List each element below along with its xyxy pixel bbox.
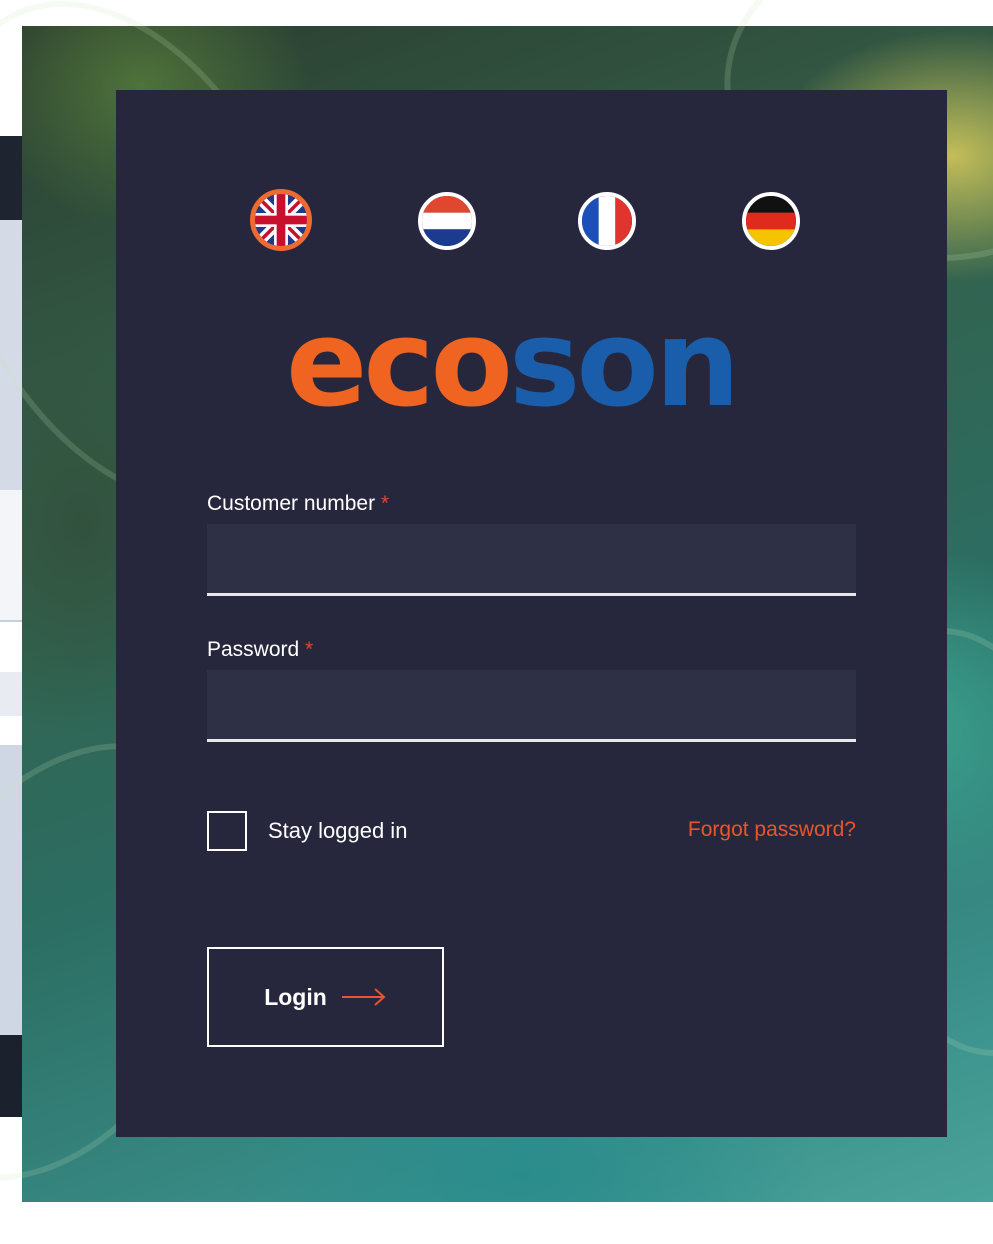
arrow-right-icon [341,988,386,1006]
language-de-button[interactable] [742,192,800,250]
forgot-password-link[interactable]: Forgot password? [638,818,856,842]
logo-eco-text: eco [286,295,513,434]
required-marker: * [380,492,390,515]
password-input[interactable] [207,670,856,742]
stay-logged-in-checkbox[interactable] [207,811,247,851]
customer-number-input[interactable] [207,524,856,596]
germany-flag-icon [746,196,796,246]
language-en-button[interactable] [250,189,312,251]
password-label: Password * [207,638,313,662]
login-button[interactable]: Login [207,947,444,1047]
language-nl-button[interactable] [418,192,476,250]
uk-flag-icon [255,194,307,246]
customer-number-label: Customer number * [207,492,389,516]
language-fr-button[interactable] [578,192,636,250]
login-button-label: Login [264,983,327,1010]
netherlands-flag-icon [422,196,472,246]
france-flag-icon [582,196,632,246]
logo-son-text: son [508,295,740,434]
password-label-text: Password [207,638,300,661]
customer-number-label-text: Customer number [207,492,376,515]
stay-logged-in-label[interactable]: Stay logged in [268,818,407,844]
required-marker: * [305,638,314,661]
ecoson-logo: ecoson [286,305,786,425]
